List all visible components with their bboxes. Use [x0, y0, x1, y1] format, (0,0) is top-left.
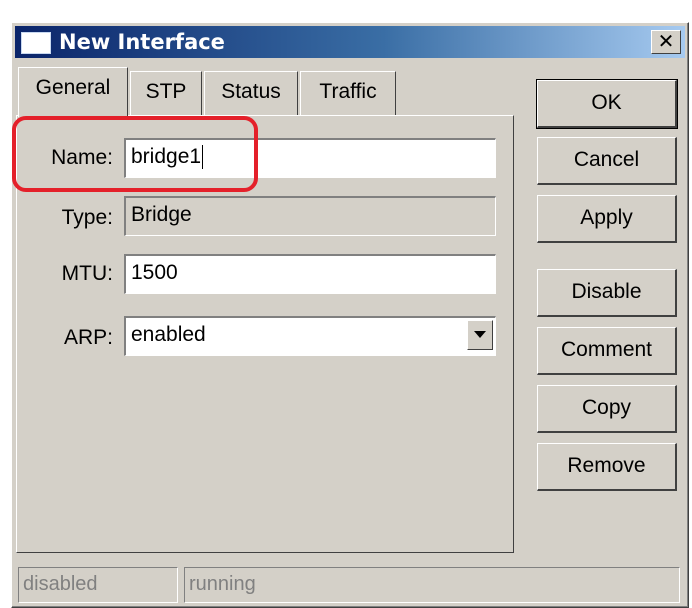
- copy-button[interactable]: Copy: [537, 385, 677, 433]
- arp-label: ARP:: [63, 326, 113, 349]
- window-title: New Interface: [59, 30, 225, 54]
- type-label: Type:: [61, 206, 113, 229]
- tab-stp-label: STP: [145, 80, 187, 103]
- status-disabled: disabled: [18, 567, 178, 603]
- name-value: bridge1: [131, 145, 202, 168]
- tab-traffic[interactable]: Traffic: [300, 71, 396, 115]
- new-interface-dialog: New Interface ✕ General STP Status Traff…: [11, 22, 689, 608]
- comment-button[interactable]: Comment: [537, 327, 677, 375]
- name-label: Name:: [51, 146, 113, 169]
- mtu-input[interactable]: 1500: [124, 254, 496, 294]
- tab-traffic-label: Traffic: [319, 80, 377, 103]
- tab-general[interactable]: General: [18, 67, 128, 117]
- tab-stp[interactable]: STP: [130, 71, 202, 115]
- ok-button[interactable]: OK: [536, 79, 678, 129]
- remove-button[interactable]: Remove: [537, 443, 677, 491]
- apply-button[interactable]: Apply: [537, 195, 677, 243]
- arp-selected-value: enabled: [131, 323, 206, 346]
- type-value: Bridge: [131, 203, 192, 226]
- cancel-button[interactable]: Cancel: [537, 137, 677, 185]
- mtu-value: 1500: [131, 261, 178, 284]
- tab-status[interactable]: Status: [204, 71, 298, 115]
- disable-button[interactable]: Disable: [537, 269, 677, 317]
- status-running: running: [184, 567, 680, 603]
- title-bar[interactable]: New Interface ✕: [15, 26, 685, 58]
- window-icon: [21, 32, 51, 54]
- name-input[interactable]: bridge1: [124, 138, 496, 178]
- general-tab-panel: Name: bridge1 Type: Bridge MTU: 1500 ARP…: [16, 115, 514, 553]
- type-field: Bridge: [124, 196, 496, 236]
- tab-general-label: General: [35, 76, 111, 99]
- close-button[interactable]: ✕: [651, 30, 681, 54]
- chevron-down-icon[interactable]: [467, 320, 493, 350]
- arp-dropdown[interactable]: enabled: [124, 316, 496, 356]
- mtu-label: MTU:: [61, 262, 113, 285]
- text-caret: [202, 145, 204, 170]
- close-icon: ✕: [657, 29, 675, 53]
- tab-status-label: Status: [221, 80, 281, 103]
